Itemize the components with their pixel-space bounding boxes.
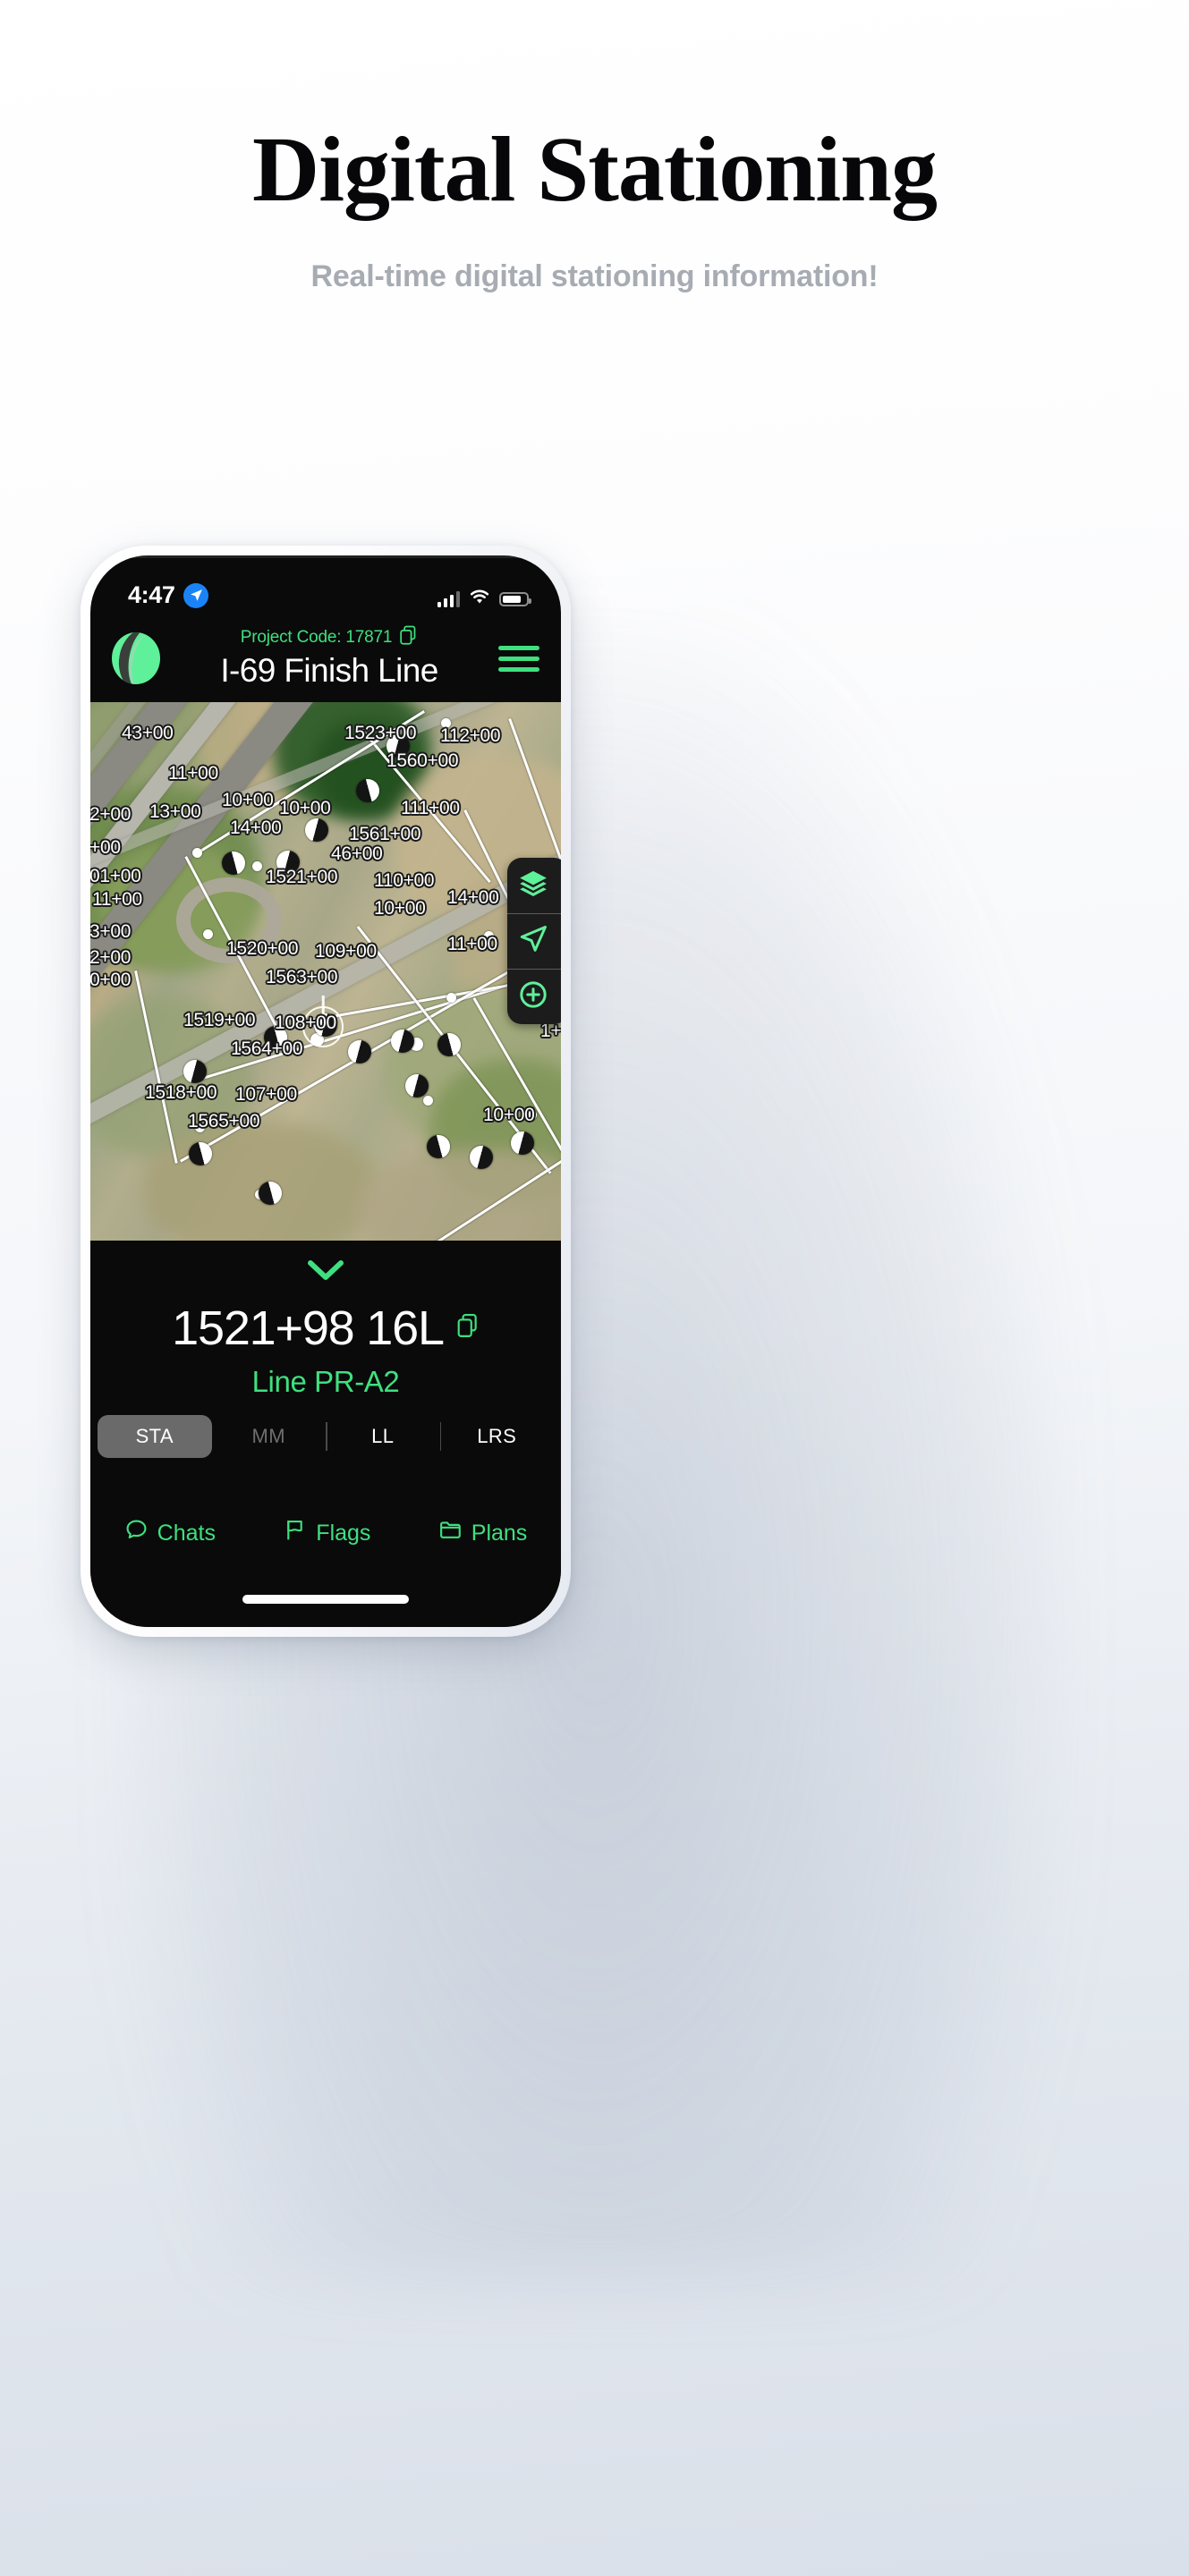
phone-screen: 4:47 Project Code: 17871 I-69 Finish Lin… [90,555,561,1627]
roundabout [176,877,282,963]
station-marker[interactable] [189,1142,212,1165]
station-marker[interactable] [259,1182,282,1205]
add-circle-icon [518,979,548,1014]
navigate-icon [518,924,548,959]
location-arrow-icon [183,582,209,608]
station-marker[interactable] [264,1026,287,1049]
tab-lrs[interactable]: LRS [439,1415,555,1458]
station-marker[interactable] [222,852,245,875]
nav-item-flags[interactable]: Flags [283,1518,370,1548]
nav-item-plans[interactable]: Plans [438,1518,528,1548]
app-header: Project Code: 17871 I-69 Finish Line [90,614,561,702]
station-marker[interactable] [405,1074,429,1097]
tab-ll[interactable]: LL [326,1415,440,1458]
measurement-mode-tabs[interactable]: STA MM LL LRS [90,1411,561,1462]
copy-icon[interactable] [399,625,418,650]
project-title: I-69 Finish Line [220,652,438,689]
app-header-center: Project Code: 17871 I-69 Finish Line [160,625,498,691]
nav-label-chats: Chats [157,1520,216,1546]
nav-label-plans: Plans [471,1520,528,1546]
line-name: Line PR-A2 [251,1365,400,1398]
layers-button[interactable] [507,858,561,913]
station-marker[interactable] [470,1146,493,1169]
battery-icon [499,591,531,606]
alignment-node [195,1123,205,1132]
map-view[interactable]: 314+0010+00157+0315+001525+011+001512+00… [90,702,561,1241]
station-label: 10+00 [374,898,426,919]
station-label: 112+00 [440,725,501,746]
station-marker[interactable] [276,851,300,874]
flag-icon [283,1518,307,1548]
status-bar: 4:47 [90,555,561,614]
alignment-node [527,1110,537,1120]
page-subtitle: Real-time digital stationing information… [310,259,879,293]
wifi-icon [469,589,490,609]
road-logo-icon[interactable] [112,632,160,684]
alignment-node [203,929,213,939]
map-controls-top[interactable] [507,858,561,1024]
station-marker[interactable] [348,1040,371,1063]
nav-label-flags: Flags [316,1520,371,1546]
home-indicator[interactable] [242,1595,409,1604]
copy-icon[interactable] [456,1313,480,1343]
status-bar-left: 4:47 [128,581,209,609]
navigate-button[interactable] [507,913,561,969]
alignment-node [234,1046,243,1056]
page-title: Digital Stationing [252,118,938,221]
project-code-row[interactable]: Project Code: 17871 [160,625,498,650]
station-marker[interactable] [511,1131,534,1155]
station-marker[interactable] [386,734,410,758]
hamburger-menu-icon[interactable] [498,645,539,672]
phone-frame: 4:47 Project Code: 17871 I-69 Finish Lin… [81,546,571,1637]
station-marker[interactable] [437,1033,461,1056]
folder-icon [438,1518,463,1548]
station-label: 1521+00 [266,867,338,887]
collapse-panel-button[interactable] [90,1257,561,1288]
map-reticle-icon [302,1006,344,1047]
project-code-label: Project Code: 17871 [240,628,393,647]
alignment-node [446,993,456,1003]
alignment-node [423,1096,433,1106]
tab-mm[interactable]: MM [212,1415,327,1458]
terrain-patch [144,1123,377,1241]
alignment-node [441,718,451,728]
tab-sta[interactable]: STA [98,1415,212,1458]
alignment-node [252,861,262,871]
station-marker[interactable] [305,818,328,842]
station-value-row: 1521+98 16L [90,1301,561,1356]
station-marker[interactable] [356,779,379,802]
alignment-node [484,931,494,941]
station-marker[interactable] [391,1030,414,1053]
alignment-node [192,848,202,858]
add-button[interactable] [507,969,561,1024]
cellular-bars-icon [437,590,460,607]
chat-bubble-icon [124,1518,149,1548]
station-info-panel: 1521+98 16L Line PR-A2 [90,1241,561,1411]
station-marker[interactable] [183,1060,207,1083]
nav-item-chats[interactable]: Chats [124,1518,216,1548]
status-time: 4:47 [128,581,175,608]
bottom-navigation[interactable]: Chats Flags Plans [90,1495,561,1627]
station-label: 46+00 [331,843,383,864]
status-bar-right [437,589,531,609]
station-value: 1521+98 16L [172,1301,445,1355]
hero-section: Digital Stationing Real-time digital sta… [0,0,1189,294]
layers-icon [518,869,548,903]
station-marker[interactable] [427,1135,450,1158]
